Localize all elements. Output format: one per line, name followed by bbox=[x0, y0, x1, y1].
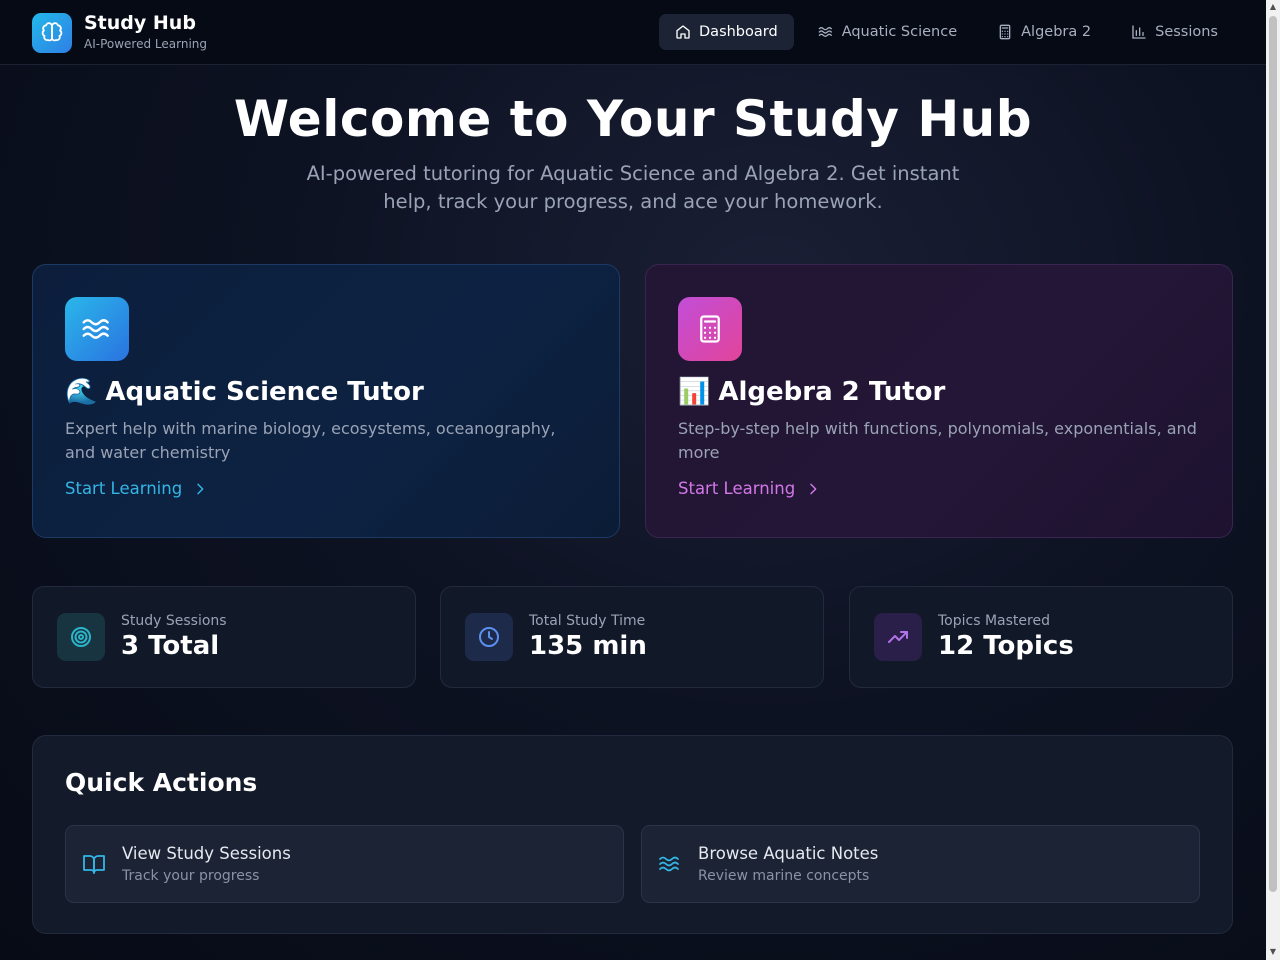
aquatic-start-learning-label: Start Learning bbox=[65, 479, 183, 498]
stat-value: 12 Topics bbox=[938, 631, 1074, 661]
algebra-tutor-description: Step-by-step help with functions, polyno… bbox=[678, 419, 1197, 462]
stat-label: Topics Mastered bbox=[938, 613, 1050, 629]
stat-label: Total Study Time bbox=[529, 613, 646, 629]
aquatic-tutor-title-text: Aquatic Science Tutor bbox=[105, 377, 424, 407]
browse-aquatic-notes-button[interactable]: Browse Aquatic Notes Review marine conce… bbox=[641, 825, 1200, 903]
scrollbar-thumb[interactable] bbox=[1269, 16, 1277, 892]
stat-label: Study Sessions bbox=[121, 613, 227, 629]
stat-value: 135 min bbox=[529, 631, 647, 661]
nav-algebra-2[interactable]: Algebra 2 bbox=[981, 14, 1107, 50]
quick-action-label: Browse Aquatic Notes bbox=[698, 844, 879, 863]
quick-actions-title: Quick Actions bbox=[65, 768, 258, 797]
aquatic-start-learning-link[interactable]: Start Learning bbox=[65, 479, 587, 498]
brand-subtitle: AI-Powered Learning bbox=[84, 37, 208, 51]
algebra-start-learning-label: Start Learning bbox=[678, 479, 796, 498]
nav-algebra-2-label: Algebra 2 bbox=[1021, 24, 1092, 40]
algebra-start-learning-link[interactable]: Start Learning bbox=[678, 479, 1200, 498]
page-title: Welcome to Your Study Hub bbox=[233, 90, 1033, 148]
clock-icon bbox=[465, 613, 513, 661]
quick-action-description: Track your progress bbox=[122, 868, 260, 884]
quick-actions-panel: Quick Actions View Study Sessions Track … bbox=[32, 735, 1233, 934]
bar-chart-icon bbox=[1132, 25, 1146, 39]
stat-topics-mastered: Topics Mastered 12 Topics bbox=[849, 586, 1233, 688]
target-icon bbox=[57, 613, 105, 661]
waves-icon bbox=[818, 27, 832, 37]
nav-dashboard-label: Dashboard bbox=[699, 24, 778, 40]
home-icon bbox=[676, 25, 690, 39]
brand[interactable]: Study Hub AI-Powered Learning bbox=[32, 12, 207, 53]
quick-action-label: View Study Sessions bbox=[122, 844, 291, 863]
waves-icon bbox=[659, 856, 679, 872]
calculator-icon bbox=[999, 24, 1011, 40]
trending-up-icon bbox=[874, 613, 922, 661]
stat-value: 3 Total bbox=[121, 631, 220, 661]
book-open-icon bbox=[83, 855, 105, 874]
aquatic-tutor-card[interactable]: 🌊 Aquatic Science Tutor Expert help with… bbox=[32, 264, 620, 538]
aquatic-tutor-title: 🌊 Aquatic Science Tutor bbox=[65, 377, 587, 407]
brand-title: Study Hub bbox=[84, 12, 196, 34]
chart-emoji-icon: 📊 bbox=[678, 377, 711, 407]
scroll-down-arrow-icon[interactable]: ▼ bbox=[1269, 948, 1277, 956]
chevron-right-icon bbox=[197, 483, 204, 494]
quick-action-description: Review marine concepts bbox=[698, 868, 870, 884]
nav-sessions-label: Sessions bbox=[1155, 24, 1218, 40]
brain-icon bbox=[32, 12, 72, 53]
stat-study-sessions: Study Sessions 3 Total bbox=[32, 586, 416, 688]
main-nav: Dashboard Aquatic Science Algebra 2 Sess… bbox=[659, 14, 1234, 50]
page-scrollbar[interactable]: ▲ ▼ bbox=[1266, 0, 1280, 960]
aquatic-tutor-description: Expert help with marine biology, ecosyst… bbox=[65, 419, 556, 462]
nav-sessions[interactable]: Sessions bbox=[1115, 14, 1234, 50]
algebra-tutor-title: 📊 Algebra 2 Tutor bbox=[678, 377, 1200, 407]
page-subtitle: AI-powered tutoring for Aquatic Science … bbox=[306, 162, 960, 213]
stat-total-study-time: Total Study Time 135 min bbox=[440, 586, 824, 688]
nav-aquatic-science-label: Aquatic Science bbox=[841, 24, 958, 40]
algebra-tutor-card[interactable]: 📊 Algebra 2 Tutor Step-by-step help with… bbox=[645, 264, 1233, 538]
nav-dashboard[interactable]: Dashboard bbox=[659, 14, 794, 50]
calculator-icon bbox=[678, 297, 742, 361]
scroll-up-arrow-icon[interactable]: ▲ bbox=[1269, 3, 1277, 11]
view-study-sessions-button[interactable]: View Study Sessions Track your progress bbox=[65, 825, 624, 903]
wave-emoji-icon: 🌊 bbox=[65, 377, 98, 407]
top-navbar: Study Hub AI-Powered Learning Dashboard … bbox=[0, 0, 1266, 65]
waves-icon bbox=[65, 297, 129, 361]
nav-aquatic-science[interactable]: Aquatic Science bbox=[802, 14, 973, 50]
chevron-right-icon bbox=[810, 483, 817, 494]
algebra-tutor-title-text: Algebra 2 Tutor bbox=[718, 377, 946, 407]
